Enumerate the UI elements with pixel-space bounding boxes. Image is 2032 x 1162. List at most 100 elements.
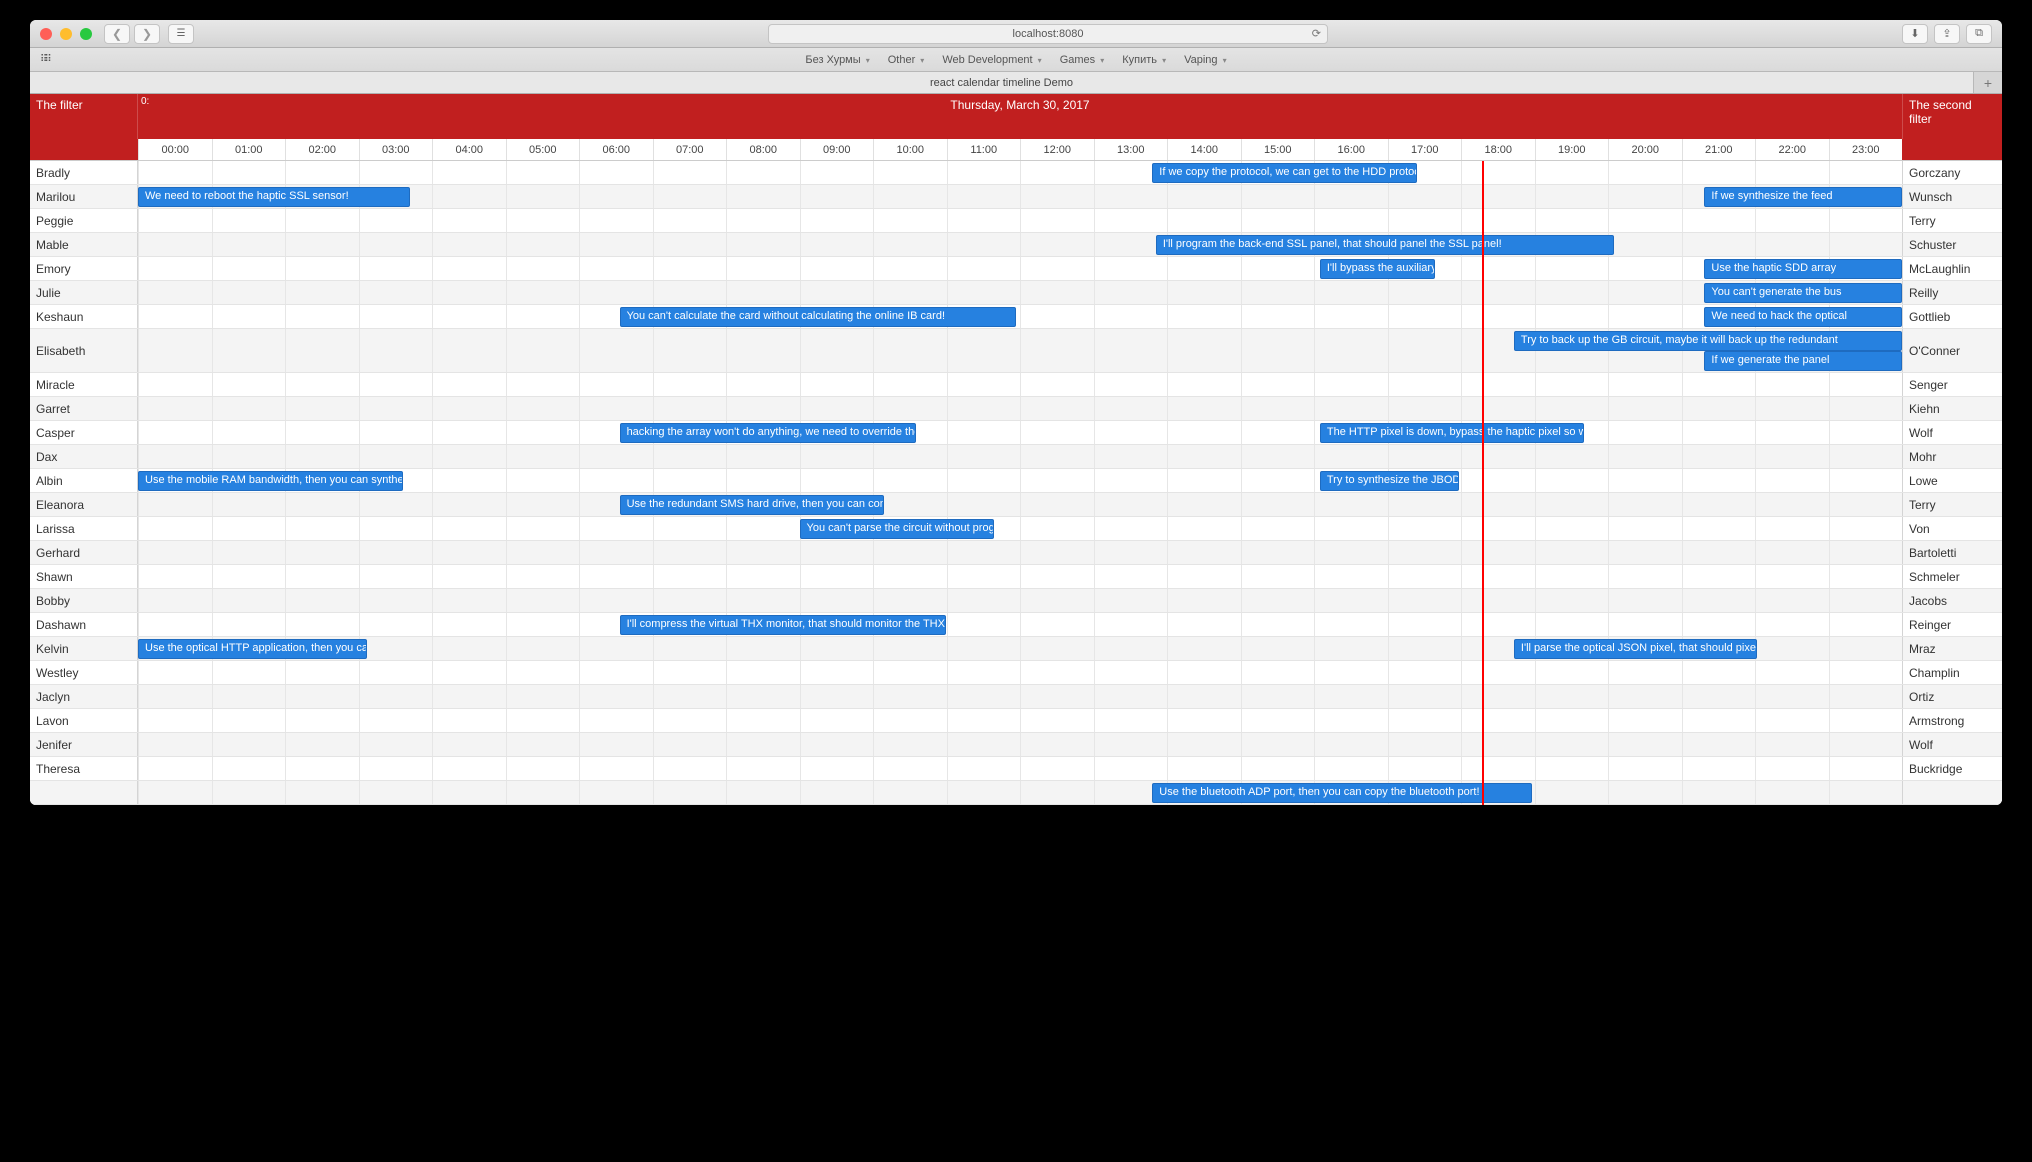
track[interactable]: You can't parse the circuit without prog…	[138, 517, 1902, 540]
timeline-event[interactable]: You can't parse the circuit without prog…	[800, 519, 994, 539]
timeline-event[interactable]: I'll program the back-end SSL panel, tha…	[1156, 235, 1615, 255]
favorite-item[interactable]: Games ▾	[1060, 54, 1105, 66]
timeline-event[interactable]: Use the bluetooth ADP port, then you can…	[1152, 783, 1531, 803]
hour-label[interactable]: 09:00	[800, 139, 874, 160]
timeline-event[interactable]: We need to reboot the haptic SSL sensor!	[138, 187, 410, 207]
track[interactable]	[138, 757, 1902, 780]
hour-label[interactable]: 22:00	[1755, 139, 1829, 160]
track[interactable]	[138, 661, 1902, 684]
hour-label[interactable]: 18:00	[1461, 139, 1535, 160]
track[interactable]: You can't generate the bus	[138, 281, 1902, 304]
hour-label[interactable]: 23:00	[1829, 139, 1903, 160]
timeline-event[interactable]: hacking the array won't do anything, we …	[620, 423, 916, 443]
group-label-right	[1902, 781, 2002, 804]
timeline-event[interactable]: I'll compress the virtual THX monitor, t…	[620, 615, 946, 635]
track[interactable]: Try to back up the GB circuit, maybe it …	[138, 329, 1902, 372]
hour-label[interactable]: 15:00	[1241, 139, 1315, 160]
hour-label[interactable]: 01:00	[212, 139, 286, 160]
track[interactable]	[138, 209, 1902, 232]
timeline-event[interactable]: Try to back up the GB circuit, maybe it …	[1514, 331, 1902, 351]
hour-label[interactable]: 13:00	[1094, 139, 1168, 160]
timeline-row: TheresaBuckridge	[30, 757, 2002, 781]
hour-label[interactable]: 07:00	[653, 139, 727, 160]
favorite-item[interactable]: Без Хурмы ▾	[805, 54, 869, 66]
favorite-item[interactable]: Other ▾	[888, 54, 925, 66]
hour-label[interactable]: 19:00	[1535, 139, 1609, 160]
timeline-event[interactable]: The HTTP pixel is down, bypass the hapti…	[1320, 423, 1585, 443]
track[interactable]: I'll program the back-end SSL panel, tha…	[138, 233, 1902, 256]
hour-header: 00:0001:0002:0003:0004:0005:0006:0007:00…	[30, 139, 2002, 161]
track[interactable]	[138, 541, 1902, 564]
hour-label[interactable]: 12:00	[1020, 139, 1094, 160]
hour-label[interactable]: 17:00	[1388, 139, 1462, 160]
timeline-row: DashawnI'll compress the virtual THX mon…	[30, 613, 2002, 637]
track[interactable]: I'll bypass the auxiliary Use the haptic …	[138, 257, 1902, 280]
close-icon[interactable]	[40, 28, 52, 40]
forward-button[interactable]: ❯	[134, 24, 160, 44]
tab-active[interactable]: react calendar timeline Demo	[30, 72, 1974, 93]
timeline-event[interactable]: Use the optical HTTP application, then y…	[138, 639, 367, 659]
track[interactable]: You can't calculate the card without cal…	[138, 305, 1902, 328]
sidebar-button[interactable]: ☰	[168, 24, 194, 44]
track[interactable]	[138, 685, 1902, 708]
hour-label[interactable]: 03:00	[359, 139, 433, 160]
group-label-left: Jenifer	[30, 733, 138, 756]
track[interactable]: I'll compress the virtual THX monitor, t…	[138, 613, 1902, 636]
timeline-event[interactable]: I'll parse the optical JSON pixel, that …	[1514, 639, 1757, 659]
timeline-event[interactable]: Use the haptic SDD array	[1704, 259, 1902, 279]
track[interactable]: Use the bluetooth ADP port, then you can…	[138, 781, 1902, 804]
timeline-event[interactable]: You can't generate the bus	[1704, 283, 1902, 303]
hour-label[interactable]: 06:00	[579, 139, 653, 160]
track[interactable]: Use the redundant SMS hard drive, then y…	[138, 493, 1902, 516]
group-label-left: Keshaun	[30, 305, 138, 328]
hour-label[interactable]: 20:00	[1608, 139, 1682, 160]
grid-icon[interactable]: ⠿⠿	[40, 54, 49, 65]
hour-label[interactable]: 14:00	[1167, 139, 1241, 160]
refresh-icon[interactable]: ⟳	[1312, 27, 1321, 40]
track[interactable]	[138, 373, 1902, 396]
track[interactable]	[138, 709, 1902, 732]
hour-label[interactable]: 04:00	[432, 139, 506, 160]
timeline-event[interactable]: I'll bypass the auxiliary	[1320, 259, 1435, 279]
hour-label[interactable]: 16:00	[1314, 139, 1388, 160]
timeline-event[interactable]: If we copy the protocol, we can get to t…	[1152, 163, 1417, 183]
timeline-event[interactable]: You can't calculate the card without cal…	[620, 307, 1017, 327]
hour-label[interactable]: 21:00	[1682, 139, 1756, 160]
url-input[interactable]: localhost:8080 ⟳	[768, 24, 1328, 44]
track[interactable]: If we copy the protocol, we can get to t…	[138, 161, 1902, 184]
timeline-event[interactable]: Use the mobile RAM bandwidth, then you c…	[138, 471, 403, 491]
favorite-item[interactable]: Web Development ▾	[942, 54, 1041, 66]
hour-label[interactable]: 10:00	[873, 139, 947, 160]
favorite-item[interactable]: Купить ▾	[1122, 54, 1166, 66]
hour-label[interactable]: 11:00	[947, 139, 1021, 160]
track[interactable]	[138, 445, 1902, 468]
track[interactable]	[138, 589, 1902, 612]
hour-label[interactable]: 00:00	[138, 139, 212, 160]
hour-label[interactable]: 02:00	[285, 139, 359, 160]
group-label-right: Jacobs	[1902, 589, 2002, 612]
back-button[interactable]: ❮	[104, 24, 130, 44]
timeline-event[interactable]: If we generate the panel	[1704, 351, 1902, 371]
track[interactable]	[138, 397, 1902, 420]
track[interactable]: Use the mobile RAM bandwidth, then you c…	[138, 469, 1902, 492]
minimize-icon[interactable]	[60, 28, 72, 40]
timeline-event[interactable]: We need to hack the optical	[1704, 307, 1902, 327]
tabs-icon[interactable]: ⧉	[1966, 24, 1992, 44]
timeline-event[interactable]: Use the redundant SMS hard drive, then y…	[620, 495, 885, 515]
track[interactable]: hacking the array won't do anything, we …	[138, 421, 1902, 444]
favorite-item[interactable]: Vaping ▾	[1184, 54, 1227, 66]
track[interactable]	[138, 565, 1902, 588]
new-tab-button[interactable]: +	[1974, 72, 2002, 93]
track[interactable]	[138, 733, 1902, 756]
track[interactable]: We need to reboot the haptic SSL sensor!…	[138, 185, 1902, 208]
timeline-event[interactable]: Try to synthesize the JBOD	[1320, 471, 1459, 491]
hour-label[interactable]: 08:00	[726, 139, 800, 160]
share-icon[interactable]: ⇪	[1934, 24, 1960, 44]
maximize-icon[interactable]	[80, 28, 92, 40]
timeline-event[interactable]: If we synthesize the feed	[1704, 187, 1902, 207]
group-label-left: Peggie	[30, 209, 138, 232]
hour-label[interactable]: 05:00	[506, 139, 580, 160]
date-header[interactable]: Thursday, March 30, 2017	[138, 94, 1902, 116]
track[interactable]: Use the optical HTTP application, then y…	[138, 637, 1902, 660]
download-icon[interactable]: ⬇	[1902, 24, 1928, 44]
